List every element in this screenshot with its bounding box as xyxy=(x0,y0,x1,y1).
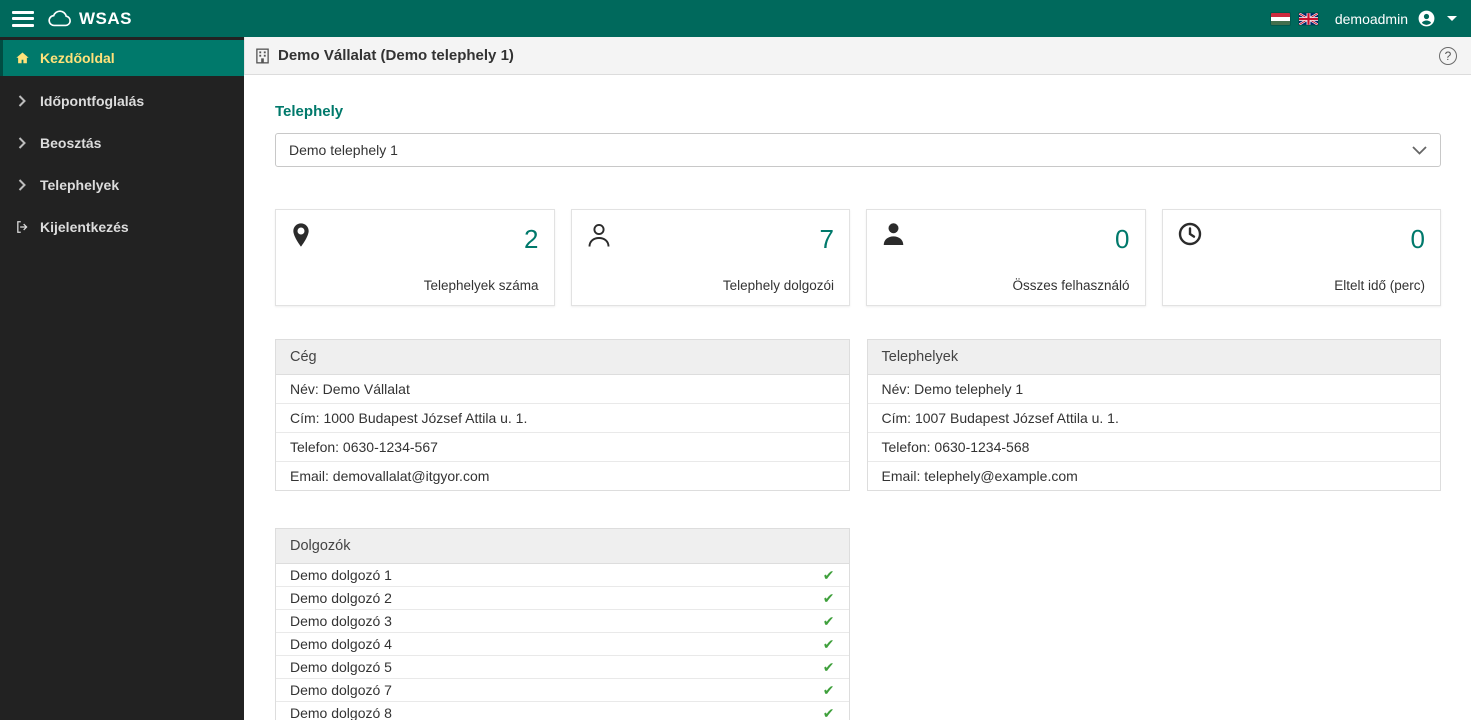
main-area: Demo Vállalat (Demo telephely 1) ? Telep… xyxy=(244,37,1471,720)
check-icon: ✔ xyxy=(822,612,835,629)
company-name-row: Név: Demo Vállalat xyxy=(276,375,849,404)
user-avatar-icon[interactable] xyxy=(1417,9,1436,28)
building-icon xyxy=(255,48,270,64)
workers-section: Dolgozók Demo dolgozó 1 ✔ Demo dolgozó 2… xyxy=(275,528,1441,720)
site-phone-row: Telefon: 0630-1234-568 xyxy=(867,433,1440,462)
check-icon: ✔ xyxy=(822,589,835,606)
worker-name: Demo dolgozó 1 xyxy=(290,567,392,583)
clock-icon xyxy=(1178,222,1202,246)
user-filled-icon xyxy=(882,222,905,246)
sidebar-item-label: Kijelentkezés xyxy=(40,219,129,235)
company-email-row: Email: demovallalat@itgyor.com xyxy=(290,468,490,484)
chevron-down-icon[interactable] xyxy=(1447,16,1457,21)
sidebar-item-telephelyek[interactable]: Telephelyek xyxy=(0,166,244,204)
site-address-row: Cím: 1007 Budapest József Attila u. 1. xyxy=(867,404,1440,433)
help-button[interactable]: ? xyxy=(1439,46,1457,65)
sidebar-item-label: Időpontfoglalás xyxy=(40,93,145,109)
stat-label: Telephely dolgozói xyxy=(722,278,834,293)
worker-name: Demo dolgozó 7 xyxy=(290,682,392,698)
sidebar-item-kijelentkezes[interactable]: Kijelentkezés xyxy=(0,208,244,246)
worker-name: Demo dolgozó 4 xyxy=(290,636,392,652)
stat-value: 7 xyxy=(819,224,834,254)
home-icon xyxy=(14,51,30,65)
user-outline-icon xyxy=(587,222,611,248)
site-select-value: Demo telephely 1 xyxy=(289,142,398,158)
logout-icon xyxy=(14,220,30,234)
stat-value: 0 xyxy=(1410,224,1425,254)
sidebar-item-label: Kezdőoldal xyxy=(40,50,115,66)
content-header: Demo Vállalat (Demo telephely 1) ? xyxy=(244,37,1471,75)
username[interactable]: demoadmin xyxy=(1335,11,1408,27)
page-title: Demo Vállalat (Demo telephely 1) xyxy=(278,47,514,64)
map-pin-icon xyxy=(291,222,311,248)
worker-row: Demo dolgozó 1 ✔ xyxy=(276,564,849,587)
section-heading-telephely: Telephely xyxy=(275,103,344,120)
sidebar-item-label: Telephelyek xyxy=(40,177,120,193)
sidebar-item-idopontfoglalas[interactable]: Időpontfoglalás xyxy=(0,82,244,120)
stat-label: Összes felhasználó xyxy=(1012,278,1130,293)
stat-label: Eltelt idő (perc) xyxy=(1334,278,1425,293)
stat-card-telephely-dolgozoi: 7 Telephely dolgozói xyxy=(570,209,850,306)
chevron-right-icon xyxy=(14,179,30,191)
hamburger-menu-icon[interactable] xyxy=(12,10,34,27)
worker-name: Demo dolgozó 8 xyxy=(290,705,392,720)
worker-row: Demo dolgozó 2 ✔ xyxy=(276,587,849,610)
sidebar: Kezdőoldal Időpontfoglalás Beosztás Tele… xyxy=(0,37,244,720)
chevron-down-icon xyxy=(1412,145,1427,155)
workers-panel: Dolgozók Demo dolgozó 1 ✔ Demo dolgozó 2… xyxy=(275,528,850,720)
brand-logo[interactable]: WSAS xyxy=(48,9,132,29)
site-email-row: Email: telephely@example.com xyxy=(881,468,1078,484)
site-panel: Telephelyek Név: Demo telephely 1 Cím: 1… xyxy=(866,339,1441,491)
stat-value: 0 xyxy=(1115,224,1130,254)
stat-cards: 2 Telephelyek száma 7 Telephely dolgozói xyxy=(275,209,1441,306)
worker-row: Demo dolgozó 4 ✔ xyxy=(276,633,849,656)
topbar: WSAS demoadmin xyxy=(0,0,1471,37)
app-root: WSAS demoadmin Kezdőoldal Időpontfoglalá… xyxy=(0,0,1471,720)
workers-panel-title: Dolgozók xyxy=(276,529,849,564)
company-address-row: Cím: 1000 Budapest József Attila u. 1. xyxy=(276,404,849,433)
info-panels: Cég Név: Demo Vállalat Cím: 1000 Budapes… xyxy=(275,339,1441,491)
company-panel: Cég Név: Demo Vállalat Cím: 1000 Budapes… xyxy=(275,339,850,491)
sidebar-item-beosztas[interactable]: Beosztás xyxy=(0,124,244,162)
check-icon: ✔ xyxy=(822,681,835,698)
worker-name: Demo dolgozó 5 xyxy=(290,659,392,675)
check-icon: ✔ xyxy=(822,658,835,675)
hungarian-flag-icon[interactable] xyxy=(1270,12,1290,25)
british-flag-icon[interactable] xyxy=(1298,12,1318,25)
chevron-right-icon xyxy=(14,137,30,149)
company-phone-row: Telefon: 0630-1234-567 xyxy=(276,433,849,462)
brand-name: WSAS xyxy=(79,8,132,28)
site-select[interactable]: Demo telephely 1 xyxy=(275,133,1441,167)
topbar-right: demoadmin xyxy=(1270,9,1457,28)
empty-column xyxy=(867,528,1442,720)
sidebar-item-label: Beosztás xyxy=(40,135,102,151)
stat-label: Telephelyek száma xyxy=(423,278,539,293)
worker-row: Demo dolgozó 3 ✔ xyxy=(276,610,849,633)
worker-name: Demo dolgozó 2 xyxy=(290,590,392,606)
stat-card-eltelt-ido: 0 Eltelt idő (perc) xyxy=(1161,209,1441,306)
company-panel-title: Cég xyxy=(276,340,849,375)
stat-value: 2 xyxy=(524,224,539,254)
worker-name: Demo dolgozó 3 xyxy=(290,613,392,629)
worker-row: Demo dolgozó 7 ✔ xyxy=(276,679,849,702)
stat-card-osszes-felhasznalo: 0 Összes felhasználó xyxy=(866,209,1146,306)
site-panel-title: Telephelyek xyxy=(867,340,1440,375)
site-name-row: Név: Demo telephely 1 xyxy=(867,375,1440,404)
worker-row: Demo dolgozó 8 ✔ xyxy=(276,702,849,720)
stat-card-telephelyek-szama: 2 Telephelyek száma xyxy=(275,209,555,306)
content: Telephely Demo telephely 1 2 Telephelyek… xyxy=(244,75,1471,720)
cloud-icon xyxy=(48,10,72,27)
topbar-left: WSAS xyxy=(12,9,132,29)
check-icon: ✔ xyxy=(822,566,835,583)
chevron-right-icon xyxy=(14,95,30,107)
worker-row: Demo dolgozó 5 ✔ xyxy=(276,656,849,679)
check-icon: ✔ xyxy=(822,635,835,652)
check-icon: ✔ xyxy=(822,704,835,720)
sidebar-item-kezdooldal[interactable]: Kezdőoldal xyxy=(0,40,244,76)
